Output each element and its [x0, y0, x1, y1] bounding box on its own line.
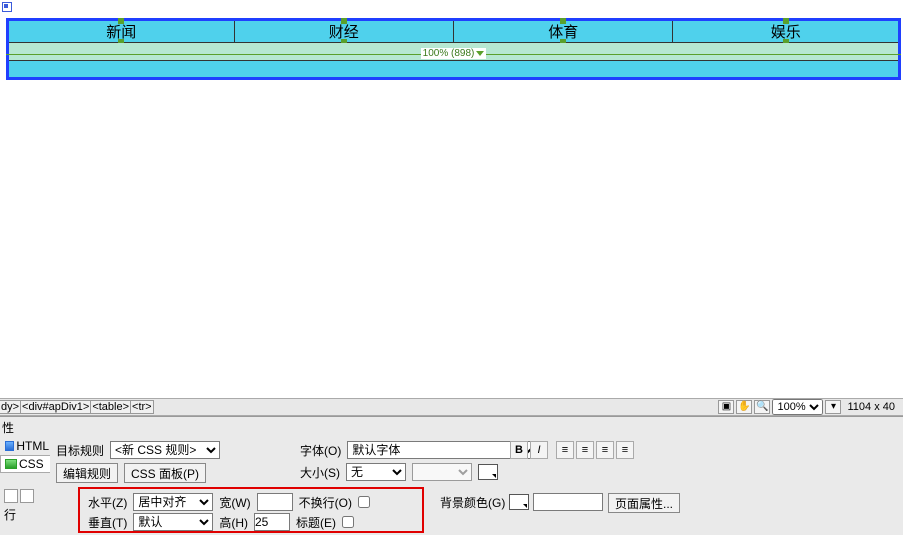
italic-button[interactable]: I	[530, 441, 548, 459]
zoom-select[interactable]: 100%	[772, 399, 823, 415]
hand-tool-icon[interactable]: ✋	[736, 400, 752, 414]
css-panel-button[interactable]: CSS 面板(P)	[124, 463, 206, 483]
size-label: 大小(S)	[300, 464, 340, 481]
dropdown-icon[interactable]	[476, 51, 484, 56]
selection-marker-icon	[2, 2, 12, 12]
nowrap-checkbox[interactable]	[358, 496, 370, 508]
horiz-select[interactable]: 居中对齐	[133, 493, 213, 511]
align-justify-button[interactable]: ≡	[616, 441, 634, 459]
tab-html[interactable]: HTML	[0, 437, 50, 455]
html-icon	[5, 441, 14, 451]
vert-select[interactable]: 默认	[133, 513, 213, 531]
row-icon	[20, 489, 34, 503]
pointer-tool-icon[interactable]: ▣	[718, 400, 734, 414]
design-canvas[interactable]: 新闻 财经 体育 娱乐 100% (898)	[0, 0, 903, 395]
height-label: 高(H)	[219, 514, 248, 531]
status-tools: ▣ ✋ 🔍 100% ▾ 1104 x 40	[718, 399, 903, 415]
breadcrumb[interactable]: <table>	[90, 400, 131, 414]
panel-tabs: HTML CSS	[0, 437, 50, 473]
properties-panel: 性 HTML CSS 目标规则 <新 CSS 规则> 编辑规则 CSS 面板(P…	[0, 416, 903, 535]
panel-title: 性	[2, 419, 14, 436]
text-format-toolbar: B I ≡ ≡ ≡ ≡	[510, 441, 634, 459]
nowrap-label: 不换行(O)	[299, 494, 352, 511]
font-label: 字体(O)	[300, 442, 341, 459]
row-label: 行	[4, 506, 16, 523]
tab-label: CSS	[19, 457, 44, 471]
canvas-dimensions: 1104 x 40	[843, 401, 899, 413]
breadcrumb[interactable]: dy>	[0, 400, 21, 414]
font-select[interactable]: 默认字体	[347, 441, 537, 459]
header-label: 标题(E)	[296, 514, 336, 531]
width-label: 宽(W)	[219, 494, 250, 511]
nav-cell[interactable]: 财经	[234, 20, 453, 43]
nav-cell[interactable]: 新闻	[8, 20, 235, 43]
width-indicator-label: 100% (898)	[423, 48, 475, 59]
nav-cell[interactable]: 娱乐	[673, 20, 900, 43]
divider-icon: ▾	[825, 400, 841, 414]
nav-cell[interactable]: 体育	[453, 20, 672, 43]
row-indicator: 行	[0, 487, 50, 523]
status-bar: dy> <div#apDiv1> <table> <tr> ▣ ✋ 🔍 100%…	[0, 398, 903, 416]
bg-label: 背景颜色(G)	[440, 494, 505, 511]
bg-color-swatch[interactable]	[509, 494, 529, 510]
edit-rule-button[interactable]: 编辑规则	[56, 463, 118, 483]
width-input[interactable]	[257, 493, 293, 511]
bold-button[interactable]: B	[510, 441, 528, 459]
text-color-swatch[interactable]	[478, 464, 498, 480]
align-right-button[interactable]: ≡	[596, 441, 614, 459]
page-properties-button[interactable]: 页面属性...	[608, 493, 680, 513]
align-center-button[interactable]: ≡	[576, 441, 594, 459]
target-rule-label: 目标规则	[56, 442, 104, 459]
tab-css[interactable]: CSS	[0, 455, 50, 473]
table-width-indicator: 100% (898)	[6, 54, 901, 68]
breadcrumb[interactable]: <tr>	[130, 400, 154, 414]
align-left-button[interactable]: ≡	[556, 441, 574, 459]
bg-color-input[interactable]	[533, 493, 603, 511]
target-rule-select[interactable]: <新 CSS 规则>	[110, 441, 220, 459]
row-icon	[4, 489, 18, 503]
size-select[interactable]: 无	[346, 463, 406, 481]
breadcrumb[interactable]: <div#apDiv1>	[20, 400, 91, 414]
height-input[interactable]	[254, 513, 290, 531]
table-row[interactable]: 新闻 财经 体育 娱乐	[8, 20, 900, 43]
size-unit-select	[412, 463, 472, 481]
zoom-tool-icon[interactable]: 🔍	[754, 400, 770, 414]
header-checkbox[interactable]	[342, 516, 354, 528]
tab-label: HTML	[16, 439, 49, 453]
horiz-label: 水平(Z)	[88, 494, 127, 511]
vert-label: 垂直(T)	[88, 514, 127, 531]
css-icon	[5, 459, 17, 469]
